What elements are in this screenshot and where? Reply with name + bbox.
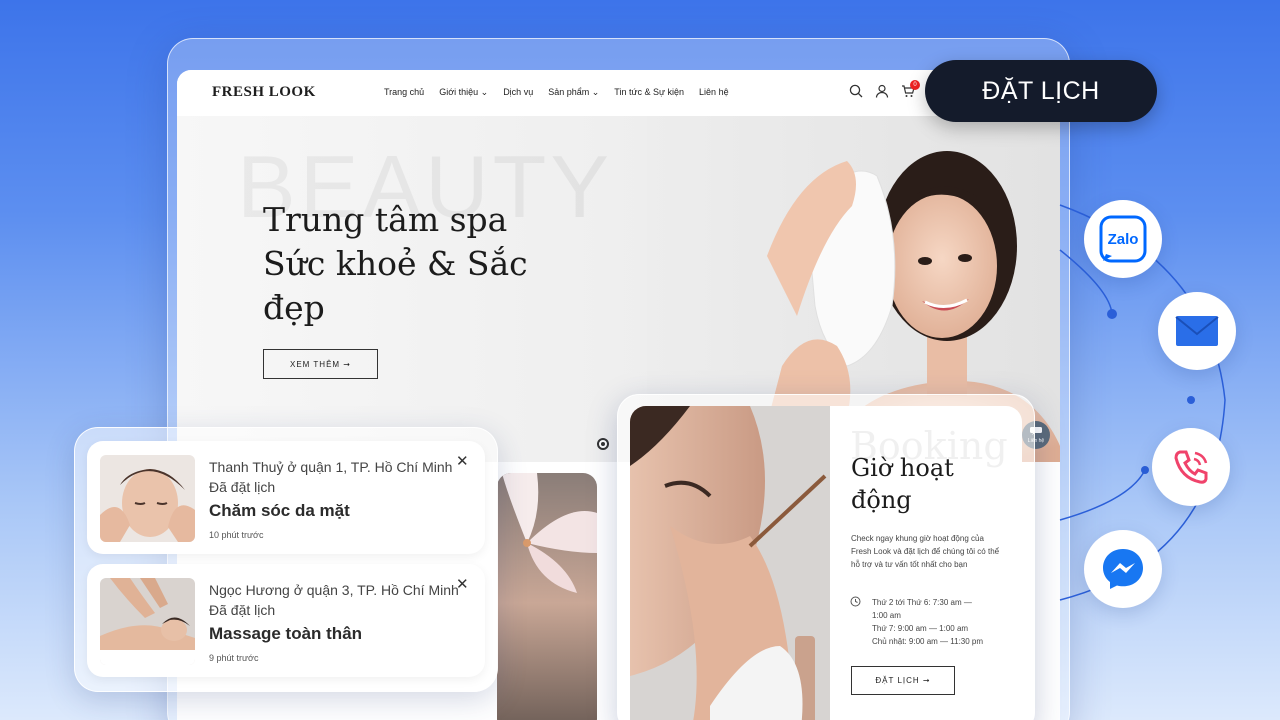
zalo-label: Zalo [1107,230,1139,248]
messenger-icon [1103,549,1143,589]
zalo-button[interactable]: Zalo [1084,200,1162,278]
phone-icon [1174,450,1208,484]
email-button[interactable] [1158,292,1236,370]
messenger-button[interactable] [1084,530,1162,608]
contact-orbit-lines [1059,204,1226,601]
phone-button[interactable] [1152,428,1230,506]
envelope-icon [1175,316,1219,346]
